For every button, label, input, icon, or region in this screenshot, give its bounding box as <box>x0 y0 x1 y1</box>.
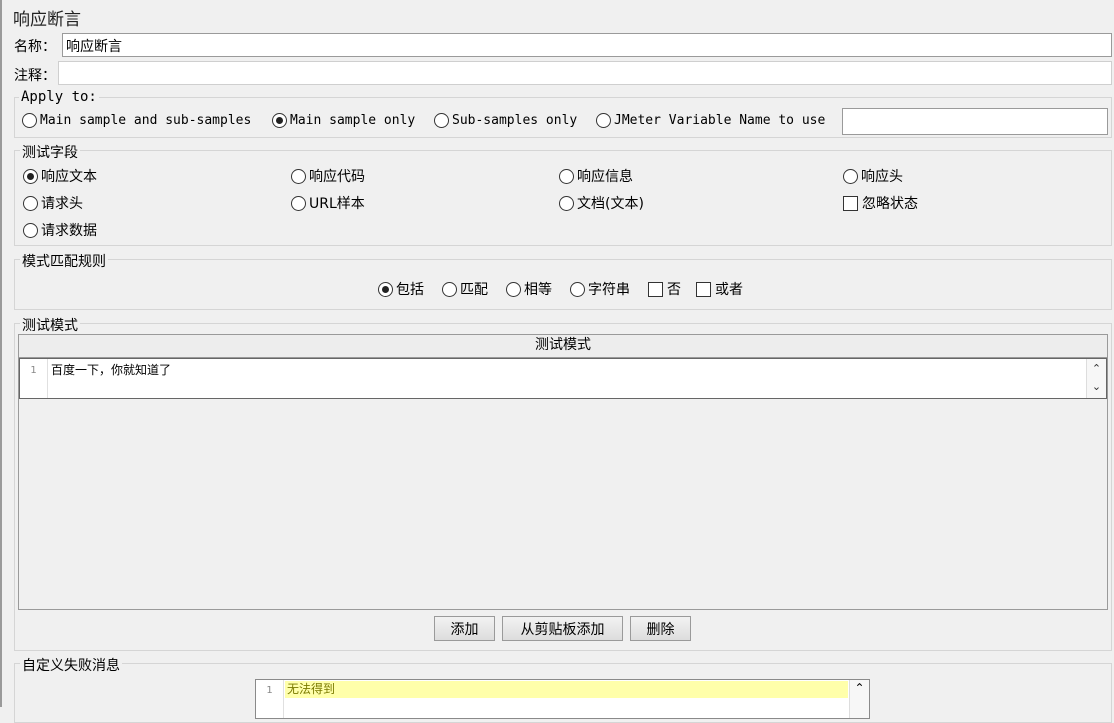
failure-message-text[interactable]: 无法得到 <box>285 681 848 698</box>
apply-option-label: JMeter Variable Name to use <box>614 113 826 128</box>
rule-substring-radio[interactable]: 字符串 <box>570 279 630 299</box>
left-divider <box>0 0 2 707</box>
name-input[interactable]: 响应断言 <box>62 33 1112 57</box>
rule-contains-radio[interactable]: 包括 <box>378 279 424 299</box>
chevron-up-icon[interactable]: ⌃ <box>1087 363 1106 375</box>
apply-sub-only-radio[interactable]: Sub-samples only <box>434 113 577 128</box>
name-label: 名称： <box>14 39 56 55</box>
failure-message-editor[interactable]: 1 无法得到 ⌃ <box>255 679 870 719</box>
radio-icon <box>559 195 574 211</box>
column-header[interactable]: 测试模式 <box>19 335 1107 358</box>
field-response-text-radio[interactable]: 响应文本 <box>23 166 97 186</box>
pattern-rule-legend: 模式匹配规则 <box>20 251 108 271</box>
radio-icon <box>23 195 38 211</box>
apply-option-label: Main sample and sub-samples <box>40 113 252 128</box>
test-patterns-table: 测试模式 1 百度一下，你就知道了 ⌃ ⌄ <box>18 334 1108 610</box>
comment-input[interactable] <box>58 61 1112 85</box>
field-option-label: 响应信息 <box>577 169 633 185</box>
apply-option-label: Sub-samples only <box>452 113 578 128</box>
chevron-down-icon[interactable]: ⌄ <box>1087 381 1106 393</box>
apply-main-and-sub-radio[interactable]: Main sample and sub-samples <box>22 113 251 128</box>
field-request-headers-radio[interactable]: 请求头 <box>23 193 83 213</box>
rule-or-checkbox[interactable]: 或者 <box>696 279 743 299</box>
radio-selected-icon <box>378 281 393 297</box>
radio-icon <box>843 168 858 184</box>
field-url-sample-radio[interactable]: URL样本 <box>291 193 365 213</box>
comment-label: 注释： <box>14 68 56 84</box>
apply-jmeter-variable-radio[interactable]: JMeter Variable Name to use <box>596 113 825 128</box>
page-title: 响应断言 <box>13 10 81 30</box>
checkbox-label: 或者 <box>715 282 743 298</box>
apply-option-label: Main sample only <box>290 113 416 128</box>
rule-option-label: 相等 <box>524 282 552 298</box>
field-option-label: 响应头 <box>861 169 903 185</box>
field-request-data-radio[interactable]: 请求数据 <box>23 220 97 240</box>
radio-selected-icon <box>272 113 287 128</box>
checkbox-icon <box>696 281 711 297</box>
radio-icon <box>23 222 38 238</box>
field-option-label: 请求数据 <box>41 223 97 239</box>
radio-icon <box>506 281 521 297</box>
line-number: 1 <box>256 680 284 718</box>
radio-icon <box>434 113 449 128</box>
editor-scrollbar[interactable]: ⌃ ⌄ <box>1086 359 1106 398</box>
field-option-label: 文档(文本) <box>577 196 644 212</box>
rule-option-label: 匹配 <box>460 282 488 298</box>
radio-icon <box>442 281 457 297</box>
field-document-text-radio[interactable]: 文档(文本) <box>559 193 644 213</box>
radio-selected-icon <box>23 168 38 184</box>
radio-icon <box>559 168 574 184</box>
rule-option-label: 包括 <box>396 282 424 298</box>
checkbox-icon <box>843 195 858 211</box>
apply-to-legend: Apply to: <box>19 89 99 105</box>
add-button[interactable]: 添加 <box>434 616 495 641</box>
radio-icon <box>291 195 306 211</box>
delete-button[interactable]: 删除 <box>630 616 691 641</box>
test-patterns-legend: 测试模式 <box>20 315 80 335</box>
checkbox-label: 否 <box>667 282 681 298</box>
rule-equals-radio[interactable]: 相等 <box>506 279 552 299</box>
checkbox-label: 忽略状态 <box>862 196 918 212</box>
radio-icon <box>22 113 37 128</box>
field-response-code-radio[interactable]: 响应代码 <box>291 166 365 186</box>
pattern-text[interactable]: 百度一下，你就知道了 <box>51 361 171 378</box>
apply-main-only-radio[interactable]: Main sample only <box>272 113 415 128</box>
rule-not-checkbox[interactable]: 否 <box>648 279 681 299</box>
line-number: 1 <box>20 359 48 398</box>
jmeter-variable-input[interactable] <box>842 108 1108 135</box>
field-response-message-radio[interactable]: 响应信息 <box>559 166 633 186</box>
rule-matches-radio[interactable]: 匹配 <box>442 279 488 299</box>
ignore-status-checkbox[interactable]: 忽略状态 <box>843 193 918 213</box>
field-option-label: 请求头 <box>41 196 83 212</box>
failure-message-legend: 自定义失败消息 <box>20 655 122 675</box>
radio-icon <box>596 113 611 128</box>
add-from-clipboard-button[interactable]: 从剪贴板添加 <box>502 616 623 641</box>
test-field-legend: 测试字段 <box>20 142 80 162</box>
checkbox-icon <box>648 281 663 297</box>
field-option-label: 响应文本 <box>41 169 97 185</box>
pattern-editor[interactable]: 1 百度一下，你就知道了 ⌃ ⌄ <box>19 358 1107 399</box>
chevron-up-icon[interactable]: ⌃ <box>849 680 869 718</box>
pattern-rule-panel <box>14 259 1112 310</box>
radio-icon <box>291 168 306 184</box>
field-response-headers-radio[interactable]: 响应头 <box>843 166 903 186</box>
field-option-label: URL样本 <box>309 196 365 212</box>
field-option-label: 响应代码 <box>309 169 365 185</box>
radio-icon <box>570 281 585 297</box>
rule-option-label: 字符串 <box>588 282 630 298</box>
